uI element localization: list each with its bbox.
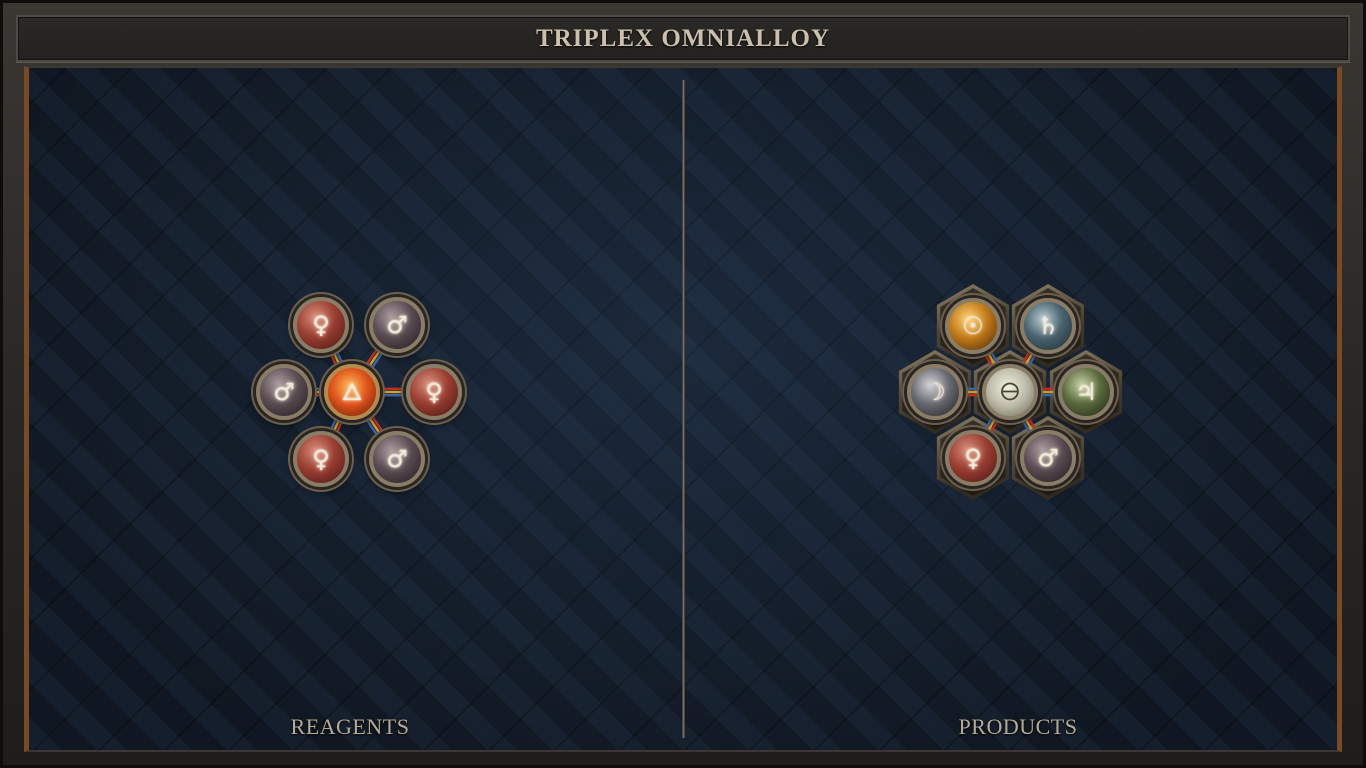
products-label: PRODUCTS [958, 714, 1078, 739]
tin-symbol-icon: ♃ [1075, 378, 1097, 406]
product-atom-copper[interactable]: ♀ [945, 430, 1001, 486]
salt-symbol-icon: 🜔 [999, 378, 1021, 406]
product-atom-gold[interactable]: ☉ [945, 298, 1001, 354]
product-center-atom-salt[interactable]: 🜔 [982, 364, 1038, 420]
lead-symbol-icon: ♄ [1037, 312, 1059, 340]
iron-symbol-icon: ♂ [1037, 444, 1059, 472]
reagents-label: REAGENTS [290, 714, 410, 739]
silver-symbol-icon: ☽ [924, 378, 946, 406]
copper-symbol-icon: ♀ [964, 444, 982, 472]
gold-symbol-icon: ☉ [962, 312, 984, 340]
product-atom-tin[interactable]: ♃ [1058, 364, 1114, 420]
product-atom-lead[interactable]: ♄ [1020, 298, 1076, 354]
product-atom-iron[interactable]: ♂ [1020, 430, 1076, 486]
product-atom-silver[interactable]: ☽ [907, 364, 963, 420]
bond-lines [935, 323, 1086, 461]
products-molecule: ☉ ♄ ♃ ♂ ♀ ☽ 🜔 [0, 0, 1366, 768]
